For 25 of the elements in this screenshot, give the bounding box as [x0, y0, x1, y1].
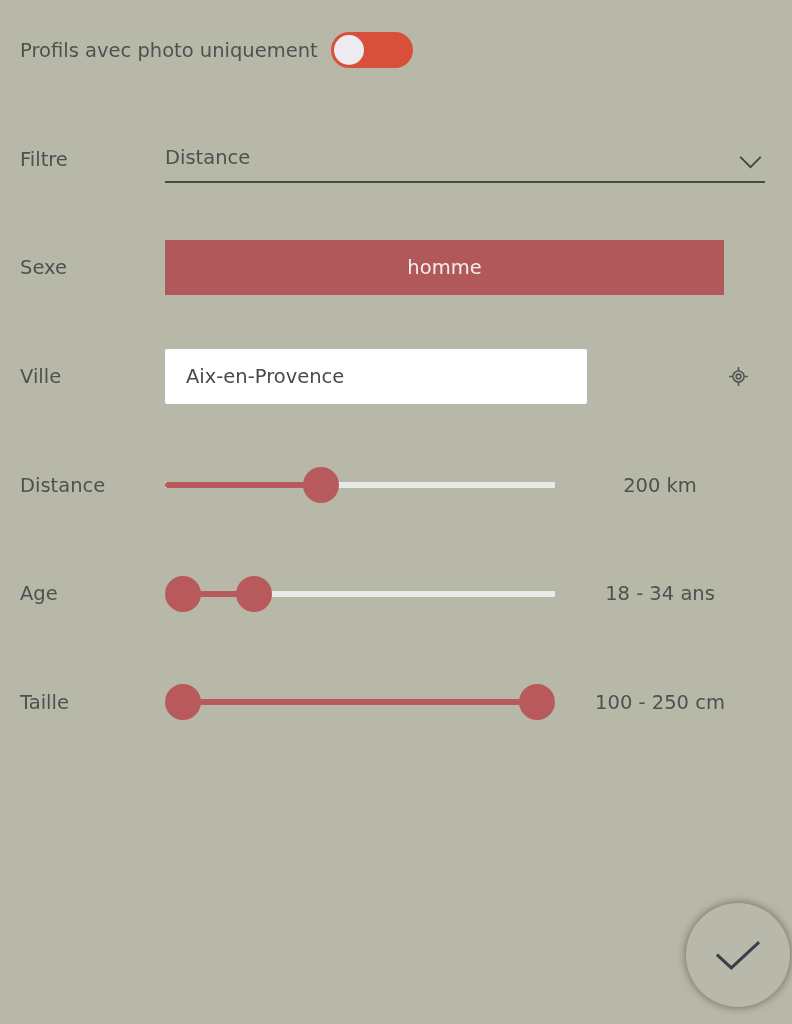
slider-thumb[interactable] — [303, 467, 340, 504]
toggle-label: Profils avec photo uniquement — [20, 38, 318, 62]
field-label: Filtre — [20, 147, 69, 171]
field-label: Ville — [20, 365, 63, 388]
slider-value: 200 km — [622, 473, 698, 497]
city-input[interactable]: Aix-en-Provence — [165, 349, 587, 404]
locate-icon[interactable] — [729, 367, 748, 386]
slider-thumb[interactable] — [165, 684, 201, 721]
slider-value: 100 - 250 cm — [594, 690, 726, 714]
dropdown-value: Distance — [165, 144, 251, 171]
slider-thumb[interactable] — [165, 575, 201, 612]
field-label: Taille — [20, 690, 70, 714]
slider-thumb[interactable] — [519, 684, 555, 721]
gender-button[interactable]: homme — [165, 240, 724, 296]
toggle-switch[interactable] — [330, 32, 413, 68]
field-label: Distance — [20, 473, 107, 497]
slider-thumb[interactable] — [235, 575, 272, 612]
toggle-knob — [333, 35, 364, 65]
confirm-button[interactable] — [686, 903, 790, 1007]
filter-dropdown[interactable]: Distance — [165, 135, 765, 183]
field-label: Age — [20, 582, 59, 606]
field-label: Sexe — [20, 256, 68, 280]
checkmark-icon — [715, 939, 761, 971]
slider-value: 18 - 34 ans — [604, 582, 716, 606]
chevron-down-icon — [739, 155, 762, 169]
